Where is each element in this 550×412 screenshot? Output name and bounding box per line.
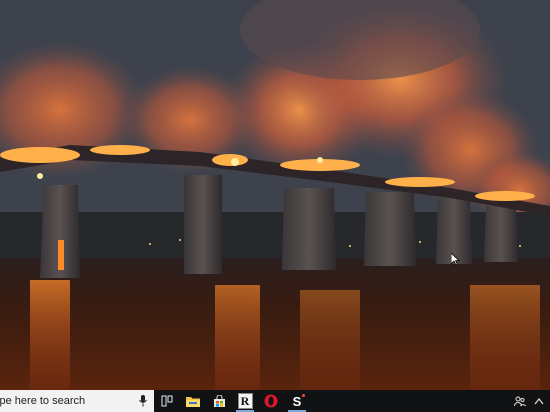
store-icon [213, 394, 225, 407]
opera-icon [264, 394, 278, 408]
file-explorer-button[interactable] [180, 390, 206, 412]
s-app-button[interactable]: S [284, 390, 310, 412]
search-placeholder[interactable]: ype here to search [0, 395, 136, 407]
taskbar-search-box[interactable]: ype here to search [0, 390, 154, 412]
task-view-icon [161, 395, 173, 407]
folder-icon [186, 397, 200, 407]
task-view-button[interactable] [154, 390, 180, 412]
taskbar: ype here to search R S [0, 390, 550, 412]
r-letter-icon: R [237, 393, 253, 409]
burning-bridge-photo [0, 0, 550, 390]
desktop-wallpaper [0, 0, 550, 390]
chevron-up-icon[interactable] [534, 397, 544, 405]
opera-button[interactable] [258, 390, 284, 412]
people-icon[interactable] [514, 395, 526, 407]
s-app-label: S [292, 393, 302, 409]
system-tray [514, 390, 550, 412]
microphone-icon[interactable] [136, 393, 150, 409]
r-app-label: R [240, 393, 250, 408]
microsoft-store-button[interactable] [206, 390, 232, 412]
s-letter-icon: S [290, 393, 305, 409]
mouse-cursor-icon [451, 253, 460, 266]
r-app-button[interactable]: R [232, 390, 258, 412]
